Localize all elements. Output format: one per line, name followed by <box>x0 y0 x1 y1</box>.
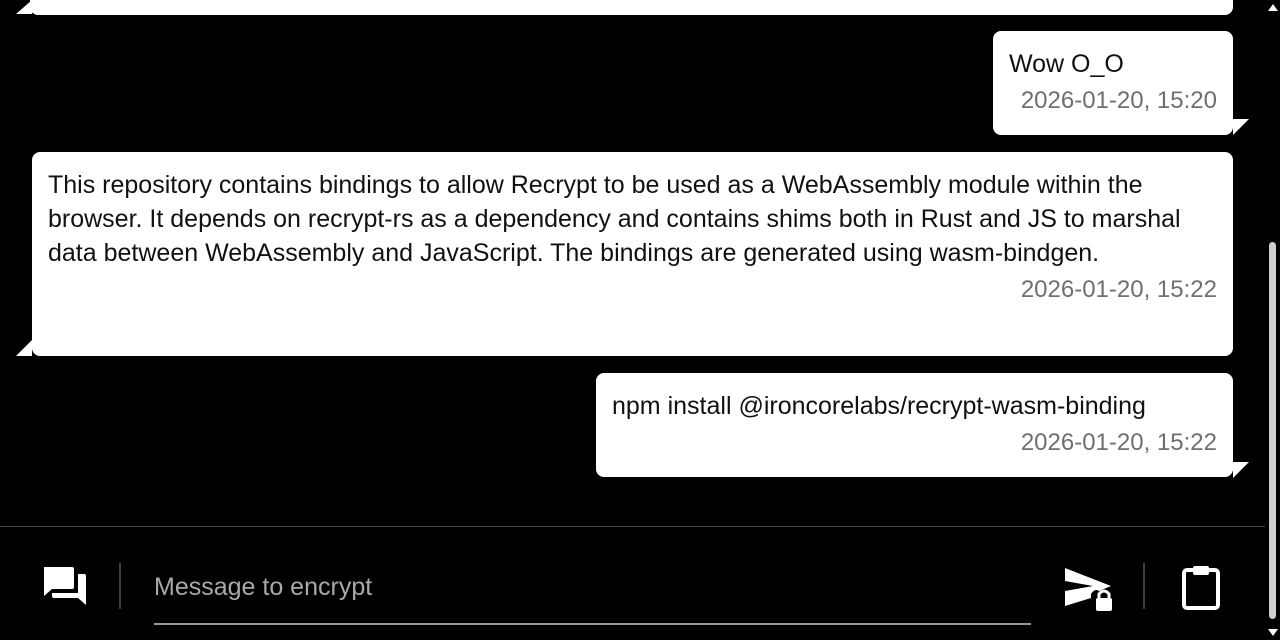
message-bubble-sent: npm install @ironcorelabs/recrypt-wasm-b… <box>596 373 1233 477</box>
divider <box>1143 563 1145 609</box>
message-list[interactable]: Wow O_O 2026-01-20, 15:20 This repositor… <box>0 0 1265 526</box>
chat-bubbles-icon[interactable] <box>38 564 90 608</box>
message-bubble-received: This repository contains bindings to all… <box>32 152 1233 356</box>
message-timestamp: 2026-01-20, 15:22 <box>1020 429 1217 456</box>
message-composer <box>0 526 1265 640</box>
message-bubble-tail <box>1233 462 1249 478</box>
scrollbar[interactable] <box>1265 0 1280 640</box>
scrollbar-thumb[interactable] <box>1269 242 1276 619</box>
clipboard-icon[interactable] <box>1178 561 1224 613</box>
message-text: Wow O_O <box>1009 50 1124 78</box>
message-timestamp: 2026-01-20, 15:20 <box>1020 87 1217 114</box>
divider <box>119 563 121 609</box>
send-encrypted-icon[interactable] <box>1060 562 1120 616</box>
message-bubble-tail <box>1233 119 1249 135</box>
message-bubble-tail <box>16 340 32 356</box>
message-input-field <box>154 561 1031 625</box>
scroll-down-icon[interactable] <box>1268 629 1278 636</box>
message-input[interactable] <box>154 561 1031 613</box>
message-timestamp: 2026-01-20, 15:22 <box>1020 276 1217 303</box>
scroll-up-icon[interactable] <box>1268 4 1278 11</box>
message-bubble-partial <box>30 0 1233 15</box>
message-bubble-sent: Wow O_O 2026-01-20, 15:20 <box>993 31 1233 135</box>
message-text: npm install @ironcorelabs/recrypt-wasm-b… <box>612 392 1146 420</box>
message-text: This repository contains bindings to all… <box>48 171 1181 267</box>
message-bubble-tail <box>16 0 32 14</box>
